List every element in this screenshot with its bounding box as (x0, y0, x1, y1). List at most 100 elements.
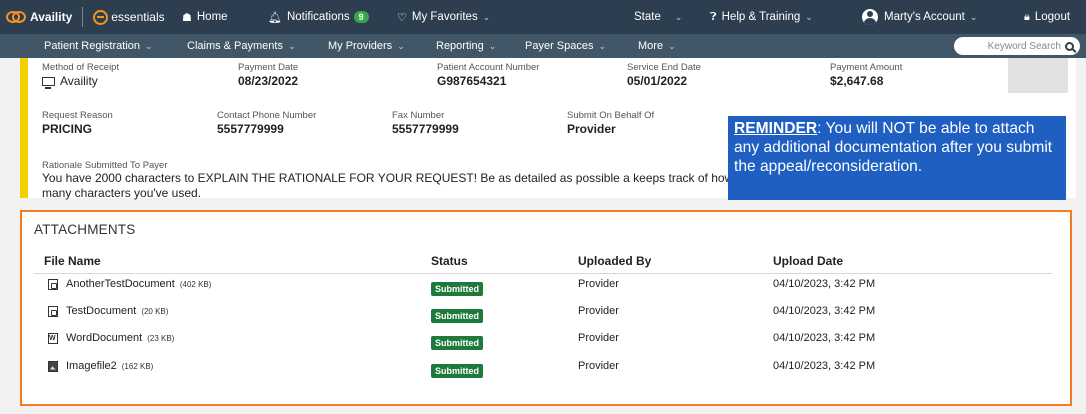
upload-date-cell: 04/10/2023, 3:42 PM (773, 278, 876, 290)
uploaded-by-cell: Provider (578, 332, 619, 344)
secondary-navigation-bar: Patient Registration ⌄ Claims & Payments ⌄… (0, 34, 1086, 58)
fax-number: Fax Number 5557779999 (392, 110, 459, 136)
method-of-receipt-value: Availity (60, 74, 98, 88)
subnav-item-my-providers[interactable]: My Providers ⌄ (328, 34, 405, 58)
subnav-item-label: Payer Spaces (525, 40, 594, 52)
search-icon[interactable] (1065, 41, 1074, 51)
pdf-file-icon (48, 278, 58, 290)
subnav-item-reporting[interactable]: Reporting ⌄ (436, 34, 496, 58)
patient-account-number: Patient Account Number G987654321 (437, 62, 539, 88)
file-name-cell[interactable]: TestDocument (20 KB) (48, 305, 168, 317)
nav-notifications[interactable]: 🔔︎ Notifications 9 (268, 0, 369, 34)
nav-account[interactable]: Marty's Account ⌄ (862, 0, 977, 34)
contact-phone-label: Contact Phone Number (217, 110, 317, 121)
pdf-file-icon (48, 305, 58, 317)
file-name[interactable]: TestDocument (66, 305, 136, 317)
nav-help-label: Help & Training (721, 11, 801, 23)
service-end-date-value: 05/01/2022 (627, 74, 688, 88)
nav-help-training[interactable]: ❓︎ Help & Training ⌄ (710, 0, 813, 34)
word-file-icon (48, 332, 58, 344)
availity-logo[interactable]: Availity (0, 0, 72, 34)
subnav-item-label: My Providers (328, 40, 393, 52)
payment-date-label: Payment Date (238, 62, 299, 73)
availity-logo-icon (6, 10, 26, 24)
submit-on-behalf-label: Submit On Behalf Of (567, 110, 655, 121)
status-badge: Submitted (431, 282, 483, 296)
table-row: Imagefile2 (162 KB) Submitted Provider 0… (22, 360, 1072, 384)
status-cell: Submitted (431, 305, 483, 323)
bell-icon: 🔔︎ (268, 11, 282, 24)
upload-date-cell: 04/10/2023, 3:42 PM (773, 332, 876, 344)
table-row: WordDocument (23 KB) Submitted Provider … (22, 332, 1072, 356)
rationale-label: Rationale Submitted To Payer (42, 160, 168, 171)
patient-account-value: G987654321 (437, 74, 507, 88)
chevron-down-icon: ⌄ (969, 11, 978, 22)
file-name[interactable]: AnotherTestDocument (66, 278, 175, 290)
reminder-lead: REMINDER (734, 120, 818, 137)
chevron-down-icon: ⌄ (397, 40, 405, 51)
nav-favorites[interactable]: ♡ My Favorites ⌄ (397, 0, 490, 34)
subnav-item-payer-spaces[interactable]: Payer Spaces ⌄ (525, 34, 606, 58)
brand-name: Availity (30, 10, 73, 24)
upload-date-cell: 04/10/2023, 3:42 PM (773, 360, 876, 372)
file-size: (402 KB) (179, 279, 212, 289)
payment-amount-label: Payment Amount (830, 62, 903, 73)
nav-state[interactable]: State ⌄ (634, 0, 682, 34)
nav-home-label: Home (196, 11, 228, 23)
nav-favorites-label: My Favorites (411, 11, 478, 23)
file-name-cell[interactable]: WordDocument (23 KB) (48, 332, 174, 344)
essentials-icon (93, 9, 109, 25)
subnav-item-more[interactable]: More ⌄ (638, 34, 676, 58)
status-badge: Submitted (431, 309, 483, 323)
file-size: (20 KB) (141, 306, 169, 316)
rationale-submitted: Rationale Submitted To Payer You have 20… (42, 160, 742, 201)
upload-date-cell: 04/10/2023, 3:42 PM (773, 305, 876, 317)
file-name-cell[interactable]: Imagefile2 (162 KB) (48, 360, 153, 372)
nav-account-label: Marty's Account (884, 11, 965, 23)
file-name[interactable]: WordDocument (66, 332, 142, 344)
table-row: AnotherTestDocument (402 KB) Submitted P… (22, 278, 1072, 302)
service-end-date: Service End Date 05/01/2022 (627, 62, 701, 88)
column-header-file-name: File Name (44, 254, 101, 268)
keyword-search-input[interactable]: Keyword Search (954, 37, 1080, 55)
uploaded-by-cell: Provider (578, 305, 619, 317)
fax-number-value: 5557779999 (392, 122, 459, 136)
submit-on-behalf-value: Provider (567, 122, 616, 136)
subnav-item-patient-registration[interactable]: Patient Registration ⌄ (44, 34, 153, 58)
image-file-icon (48, 360, 58, 372)
file-name-cell[interactable]: AnotherTestDocument (402 KB) (48, 278, 211, 290)
attachments-title: ATTACHMENTS (34, 222, 136, 237)
subnav-item-label: Claims & Payments (187, 40, 283, 52)
question-circle-icon: ❓︎ (710, 10, 717, 23)
subnav-item-label: More (638, 40, 664, 52)
chevron-down-icon: ⌄ (598, 40, 607, 51)
home-icon: ☗ (182, 11, 192, 24)
fax-number-label: Fax Number (392, 110, 445, 121)
essentials-link[interactable]: essentials (93, 9, 165, 25)
status-cell: Submitted (431, 360, 483, 378)
method-of-receipt: Method of Receipt Availity (42, 62, 119, 89)
status-badge: Submitted (431, 336, 483, 350)
file-name[interactable]: Imagefile2 (66, 360, 117, 372)
chevron-down-icon: ⌄ (805, 11, 813, 22)
notification-count-badge: 9 (353, 11, 369, 23)
uploaded-by-cell: Provider (578, 360, 619, 372)
monitor-icon (42, 76, 55, 89)
chevron-down-icon: ⌄ (287, 40, 296, 51)
subnav-item-label: Reporting (436, 40, 484, 52)
chevron-down-icon: ⌄ (674, 11, 683, 22)
nav-logout[interactable]: 🔒︎ Logout (1024, 0, 1070, 34)
file-size: (162 KB) (121, 361, 154, 371)
brand-divider (82, 7, 84, 27)
subnav-item-claims-payments[interactable]: Claims & Payments ⌄ (187, 34, 296, 58)
table-row: TestDocument (20 KB) Submitted Provider … (22, 305, 1072, 329)
grey-panel (1008, 58, 1068, 93)
nav-home[interactable]: ☗ Home (182, 0, 228, 34)
chevron-down-icon: ⌄ (482, 11, 491, 22)
heart-icon: ♡ (397, 11, 407, 24)
request-reason-label: Request Reason (42, 110, 113, 121)
payment-date: Payment Date 08/23/2022 (238, 62, 298, 88)
reminder-callout: REMINDER: You will NOT be able to attach… (728, 116, 1066, 200)
column-header-uploaded-by: Uploaded By (578, 254, 652, 268)
status-cell: Submitted (431, 278, 483, 296)
